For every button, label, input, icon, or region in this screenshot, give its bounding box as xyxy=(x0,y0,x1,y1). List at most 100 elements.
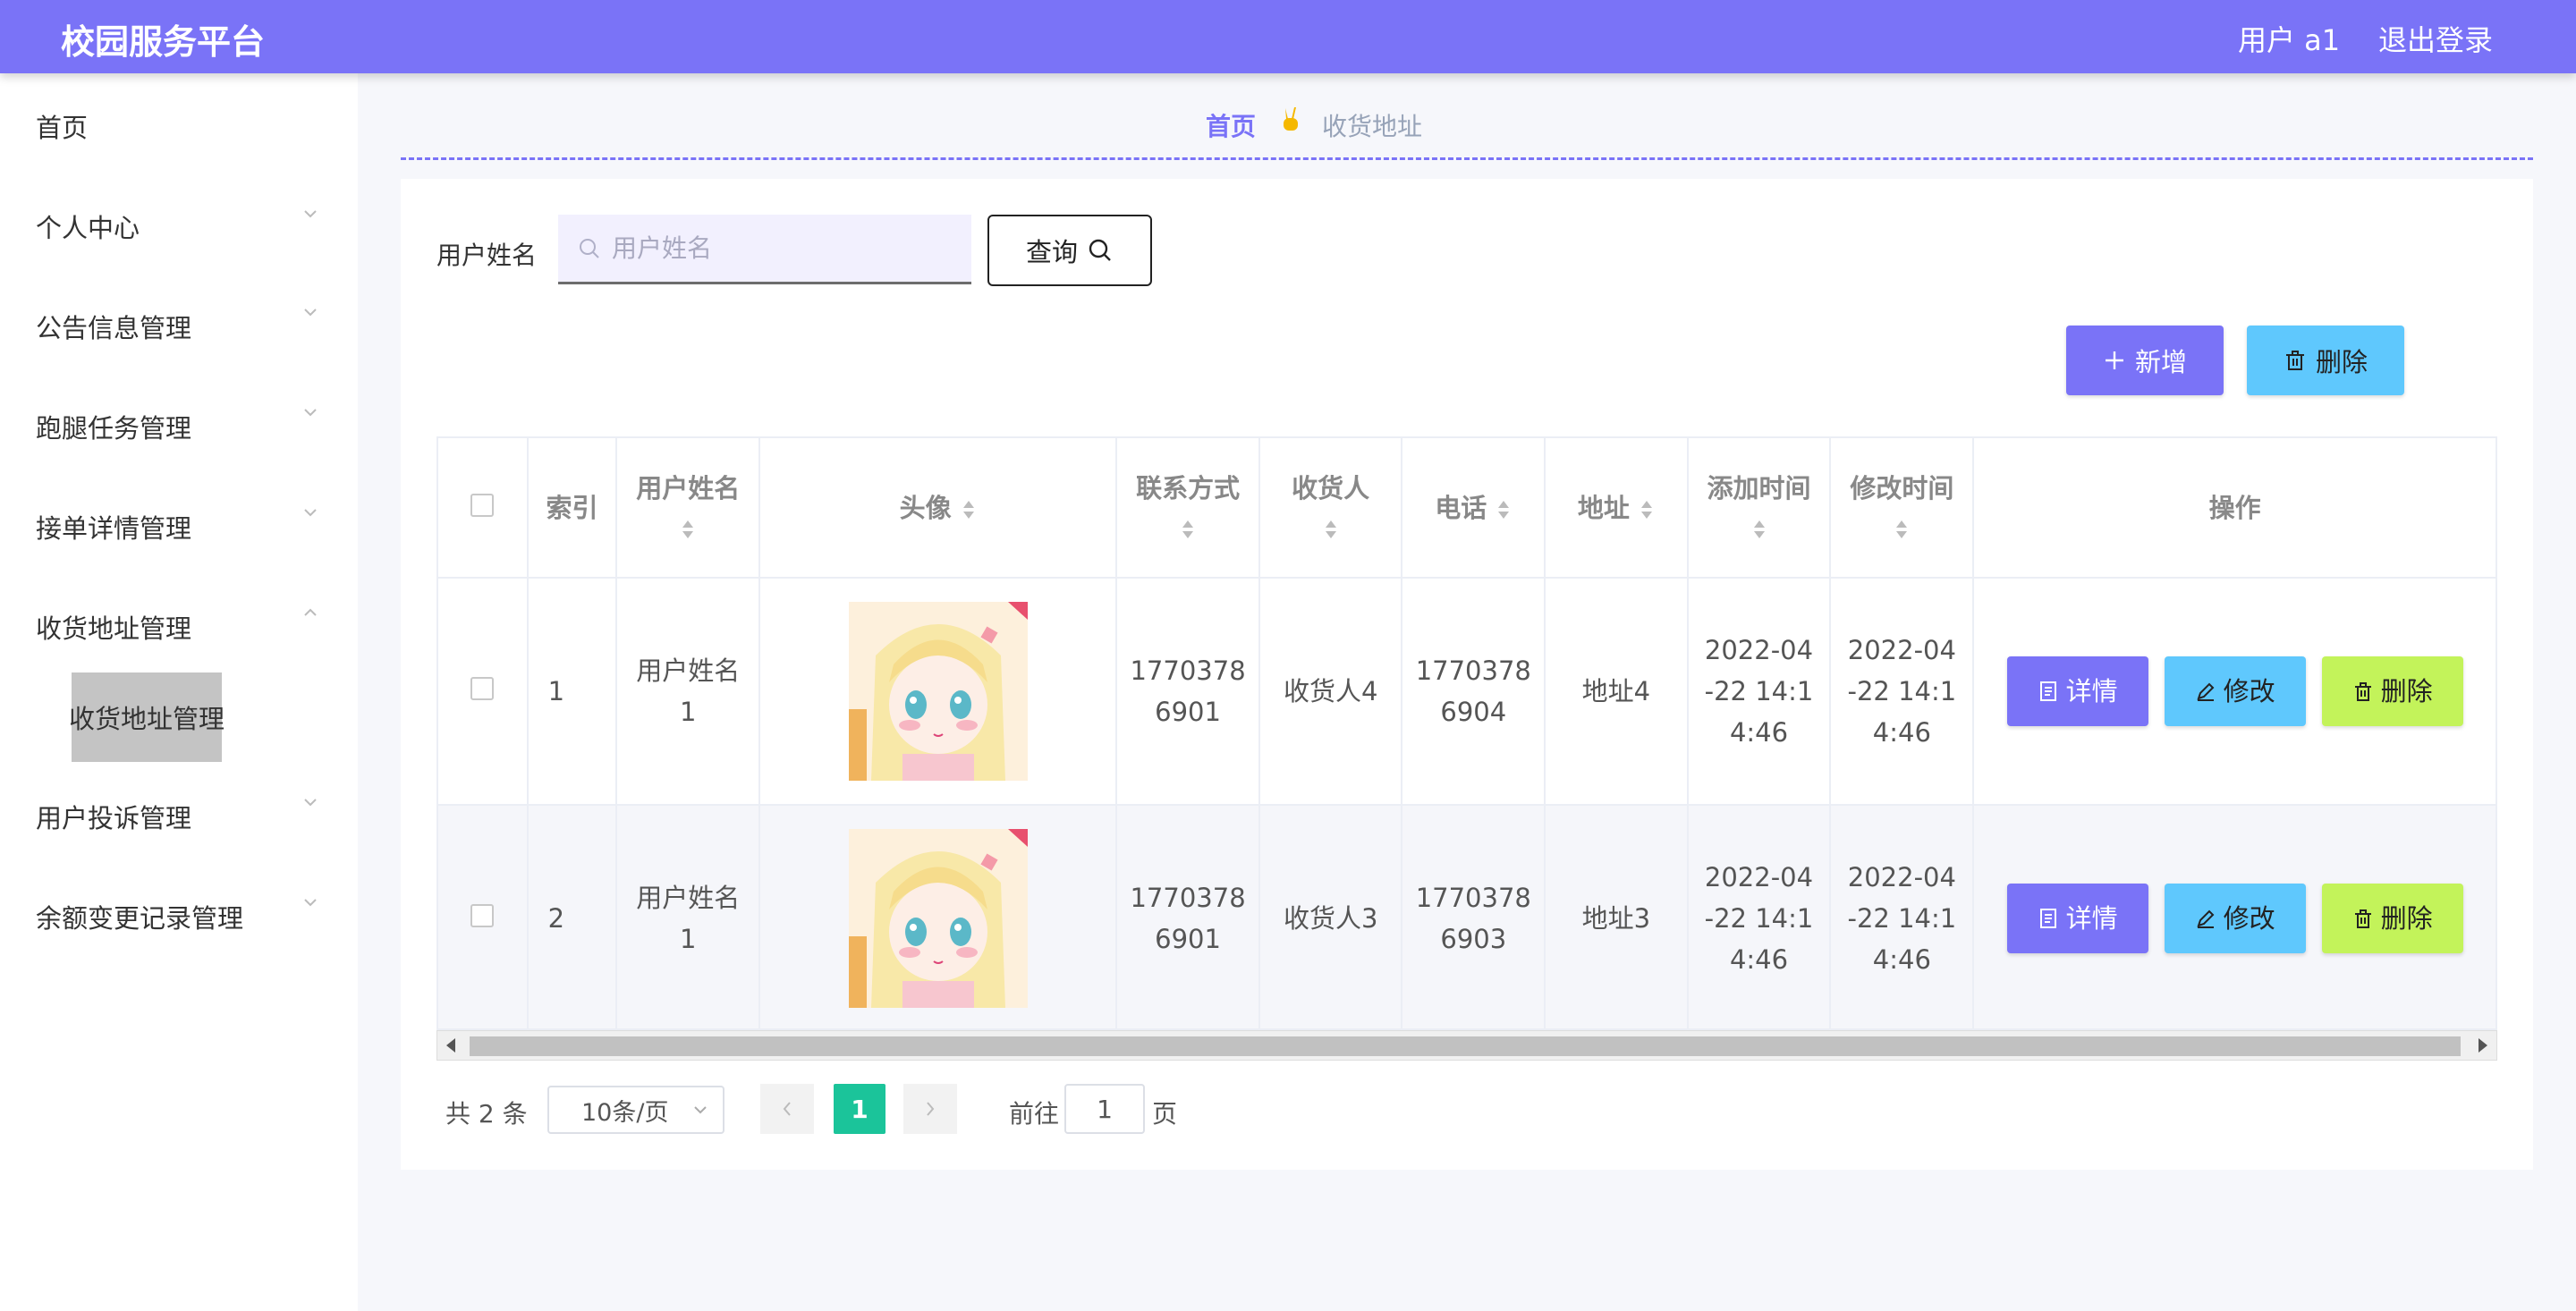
add-button-label: 新增 xyxy=(2134,347,2187,377)
chevron-down-icon xyxy=(301,503,320,522)
cell-index: 1 xyxy=(527,578,618,806)
chevron-down-icon xyxy=(301,302,320,322)
sidebar-item-address-management[interactable]: 收货地址管理 xyxy=(36,608,191,646)
page-size-value: 10条/页 xyxy=(581,1098,669,1127)
detail-button[interactable]: 详情 xyxy=(2006,884,2148,953)
row-actions: 详情 修改 删除 xyxy=(1974,884,2496,953)
sidebar-item-personal-center[interactable]: 个人中心 xyxy=(36,207,140,245)
chevron-down-icon xyxy=(301,792,320,812)
document-icon xyxy=(2039,909,2056,928)
table-row: 2 用户姓名1 17703786901 收货人3 17703786903 地址3… xyxy=(438,805,2496,1028)
cell-address: 地址3 xyxy=(1545,805,1689,1028)
page-number-current[interactable]: 1 xyxy=(834,1084,886,1134)
row-checkbox[interactable] xyxy=(470,904,495,927)
query-button[interactable]: 查询 xyxy=(987,215,1152,286)
goto-label: 前往 xyxy=(1009,1099,1060,1129)
chevron-left-icon xyxy=(783,1102,791,1116)
sidebar-item-complaints[interactable]: 用户投诉管理 xyxy=(36,798,191,835)
detail-button[interactable]: 详情 xyxy=(2006,656,2148,726)
page-size-select[interactable]: 10条/页 xyxy=(547,1086,724,1134)
cell-modified-text: 2022-04-22 14:14:46 xyxy=(1847,862,1957,975)
search-label: 用户姓名 xyxy=(436,241,538,270)
sidebar-item-balance-records[interactable]: 余额变更记录管理 xyxy=(36,898,243,935)
cell-address: 地址4 xyxy=(1545,578,1689,806)
table-row: 1 用户姓名1 17703786901 收货人4 17703786904 地址4… xyxy=(438,578,2496,806)
next-page-button[interactable] xyxy=(903,1084,957,1134)
sort-icon[interactable] xyxy=(1751,518,1767,541)
brand-title: 校园服务平台 xyxy=(61,22,266,62)
cell-phone-text: 17703786903 xyxy=(1415,883,1531,954)
column-header-phone[interactable]: 电话 xyxy=(1402,438,1546,579)
breadcrumb-current: 收货地址 xyxy=(1322,112,1423,141)
horizontal-scrollbar[interactable] xyxy=(436,1030,2497,1061)
sidebar-item-errand-tasks[interactable]: 跑腿任务管理 xyxy=(36,408,191,445)
column-header-label: 收货人 xyxy=(1292,472,1370,503)
column-header-address[interactable]: 地址 xyxy=(1545,438,1689,579)
query-button-label: 查询 xyxy=(1025,237,1078,267)
victory-hand-icon xyxy=(1277,106,1304,140)
batch-delete-button[interactable]: 删除 xyxy=(2247,326,2404,395)
delete-button[interactable]: 删除 xyxy=(2321,884,2463,953)
sort-icon[interactable] xyxy=(1496,498,1512,521)
column-header-receiver[interactable]: 收货人 xyxy=(1259,438,1403,579)
cell-receiver: 收货人3 xyxy=(1259,805,1403,1028)
sidebar-item-order-details[interactable]: 接单详情管理 xyxy=(36,508,191,546)
delete-button[interactable]: 删除 xyxy=(2321,656,2463,726)
add-button[interactable]: 新增 xyxy=(2066,326,2224,395)
cell-contact: 17703786901 xyxy=(1116,578,1260,806)
detail-button-label: 详情 xyxy=(2065,676,2118,706)
cell-phone: 17703786903 xyxy=(1402,805,1546,1028)
column-header-modified[interactable]: 修改时间 xyxy=(1830,438,1975,579)
edit-button[interactable]: 修改 xyxy=(2164,656,2306,726)
column-header-username[interactable]: 用户姓名 xyxy=(616,438,761,579)
search-icon xyxy=(1089,239,1111,261)
prev-page-button[interactable] xyxy=(760,1084,814,1134)
column-header-contact[interactable]: 联系方式 xyxy=(1116,438,1260,579)
scroll-left-arrow-icon[interactable] xyxy=(446,1038,455,1053)
sort-icon[interactable] xyxy=(1323,518,1339,541)
column-header-avatar[interactable]: 头像 xyxy=(759,438,1118,579)
row-checkbox[interactable] xyxy=(470,677,495,700)
scrollbar-thumb[interactable] xyxy=(470,1036,2461,1056)
search-icon xyxy=(580,238,599,258)
sort-icon[interactable] xyxy=(961,498,977,521)
logout-link[interactable]: 退出登录 xyxy=(2378,18,2493,59)
chevron-right-icon xyxy=(927,1102,935,1116)
cell-avatar xyxy=(759,578,1118,806)
chevron-down-icon xyxy=(301,204,320,224)
breadcrumb-home[interactable]: 首页 xyxy=(1206,107,1256,143)
sort-icon[interactable] xyxy=(1639,498,1655,521)
avatar-image xyxy=(848,829,1028,1008)
cell-username-text: 用户姓名1 xyxy=(636,656,741,727)
goto-suffix: 页 xyxy=(1152,1099,1178,1129)
plus-icon xyxy=(2105,351,2123,369)
cell-modified: 2022-04-22 14:14:46 xyxy=(1830,805,1975,1028)
cell-phone-text: 17703786904 xyxy=(1415,656,1531,727)
column-header-created[interactable]: 添加时间 xyxy=(1687,438,1832,579)
column-header-label: 电话 xyxy=(1435,492,1487,523)
cell-phone: 17703786904 xyxy=(1402,578,1546,806)
sort-icon[interactable] xyxy=(1894,518,1910,541)
cell-created-text: 2022-04-22 14:14:46 xyxy=(1704,635,1814,748)
goto-page-input[interactable] xyxy=(1064,1084,1145,1134)
search-input[interactable] xyxy=(612,233,952,263)
select-all-checkbox[interactable] xyxy=(470,493,495,517)
sort-icon[interactable] xyxy=(680,518,696,541)
submenu-item-address-management[interactable]: 收货地址管理 xyxy=(69,672,225,762)
column-header-actions: 操作 xyxy=(1973,438,2496,579)
pagination-total: 共 2 条 xyxy=(445,1099,528,1129)
top-bar: 校园服务平台 用户 a1 退出登录 xyxy=(0,0,2576,73)
trash-icon xyxy=(2354,682,2371,701)
search-field[interactable] xyxy=(558,215,971,284)
cell-actions: 详情 修改 删除 xyxy=(1973,805,2496,1028)
current-user-label: 用户 a1 xyxy=(2238,23,2341,57)
avatar-image xyxy=(848,602,1028,781)
select-all-cell xyxy=(438,438,529,579)
cell-created: 2022-04-22 14:14:46 xyxy=(1687,805,1832,1028)
sidebar-item-announcements[interactable]: 公告信息管理 xyxy=(36,308,191,345)
edit-button[interactable]: 修改 xyxy=(2164,884,2306,953)
sidebar-item-home[interactable]: 首页 xyxy=(36,107,88,145)
cell-username: 用户姓名1 xyxy=(616,805,761,1028)
sort-icon[interactable] xyxy=(1180,518,1196,541)
scroll-right-arrow-icon[interactable] xyxy=(2479,1038,2487,1053)
